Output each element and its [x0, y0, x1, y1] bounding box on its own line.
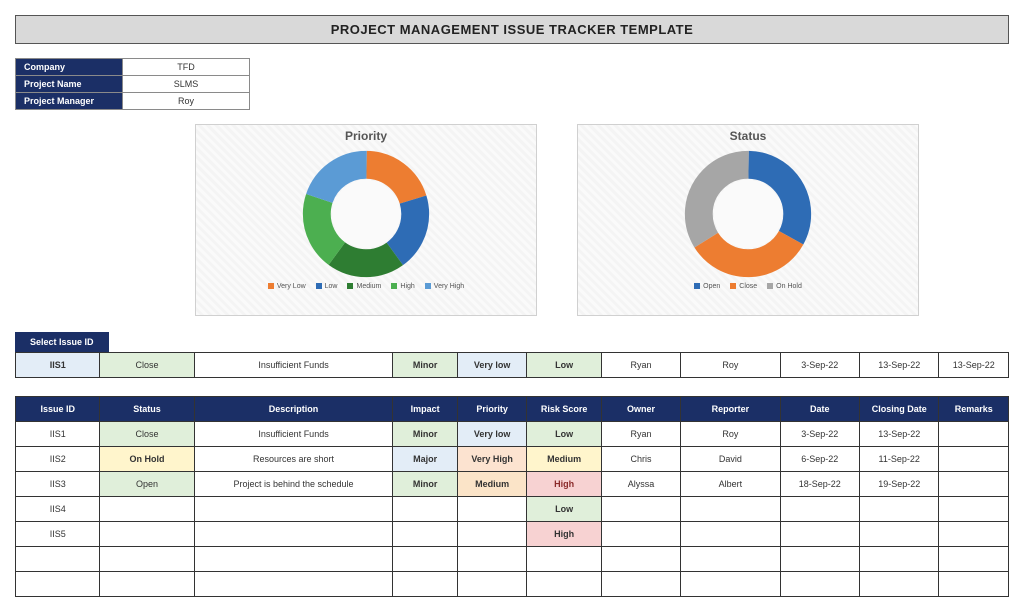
th-desc: Description: [194, 397, 393, 422]
table-row[interactable]: IIS3OpenProject is behind the schedule M…: [16, 472, 1009, 497]
issues-table: Issue ID Status Description Impact Prior…: [15, 396, 1009, 597]
status-chart-title: Status: [730, 129, 767, 143]
priority-chart: Priority Very Low Low Medium High Very H…: [195, 124, 537, 316]
table-row[interactable]: IIS5 High: [16, 522, 1009, 547]
priority-donut-icon: [301, 149, 431, 279]
selected-date: 3-Sep-22: [780, 353, 859, 378]
status-chart: Status Open Close On Hold: [577, 124, 919, 316]
project-info-table: Company TFD Project Name SLMS Project Ma…: [15, 58, 250, 110]
th-reporter: Reporter: [681, 397, 780, 422]
status-legend: Open Close On Hold: [694, 283, 802, 290]
selected-id[interactable]: IIS1: [16, 353, 100, 378]
th-date: Date: [780, 397, 859, 422]
manager-value[interactable]: Roy: [123, 93, 250, 110]
selected-priority: Very low: [457, 353, 527, 378]
project-label: Project Name: [16, 76, 123, 93]
page-title: PROJECT MANAGEMENT ISSUE TRACKER TEMPLAT…: [15, 15, 1009, 44]
table-row[interactable]: IIS1CloseInsufficient Funds MinorVery lo…: [16, 422, 1009, 447]
status-donut-icon: [683, 149, 813, 279]
th-status: Status: [100, 397, 194, 422]
th-owner: Owner: [601, 397, 680, 422]
priority-legend: Very Low Low Medium High Very High: [268, 283, 464, 290]
th-remarks: Remarks: [939, 397, 1009, 422]
selected-status: Close: [100, 353, 194, 378]
table-row[interactable]: [16, 572, 1009, 597]
selected-issue-row: IIS1 Close Insufficient Funds Minor Very…: [15, 352, 1009, 378]
company-label: Company: [16, 59, 123, 76]
th-impact: Impact: [393, 397, 458, 422]
th-id: Issue ID: [16, 397, 100, 422]
select-issue-label: Select Issue ID: [15, 332, 109, 352]
selected-owner: Ryan: [601, 353, 680, 378]
selected-remarks: 13-Sep-22: [939, 353, 1009, 378]
th-risk: Risk Score: [527, 397, 601, 422]
selected-closing: 13-Sep-22: [860, 353, 939, 378]
selected-desc: Insufficient Funds: [194, 353, 393, 378]
th-closing: Closing Date: [860, 397, 939, 422]
selected-risk: Low: [527, 353, 601, 378]
priority-chart-title: Priority: [345, 129, 387, 143]
table-header-row: Issue ID Status Description Impact Prior…: [16, 397, 1009, 422]
table-row[interactable]: [16, 547, 1009, 572]
table-row[interactable]: IIS4 Low: [16, 497, 1009, 522]
manager-label: Project Manager: [16, 93, 123, 110]
company-value[interactable]: TFD: [123, 59, 250, 76]
table-row[interactable]: IIS2On HoldResources are short MajorVery…: [16, 447, 1009, 472]
selected-impact: Minor: [393, 353, 458, 378]
project-value[interactable]: SLMS: [123, 76, 250, 93]
th-priority: Priority: [457, 397, 527, 422]
selected-reporter: Roy: [681, 353, 780, 378]
